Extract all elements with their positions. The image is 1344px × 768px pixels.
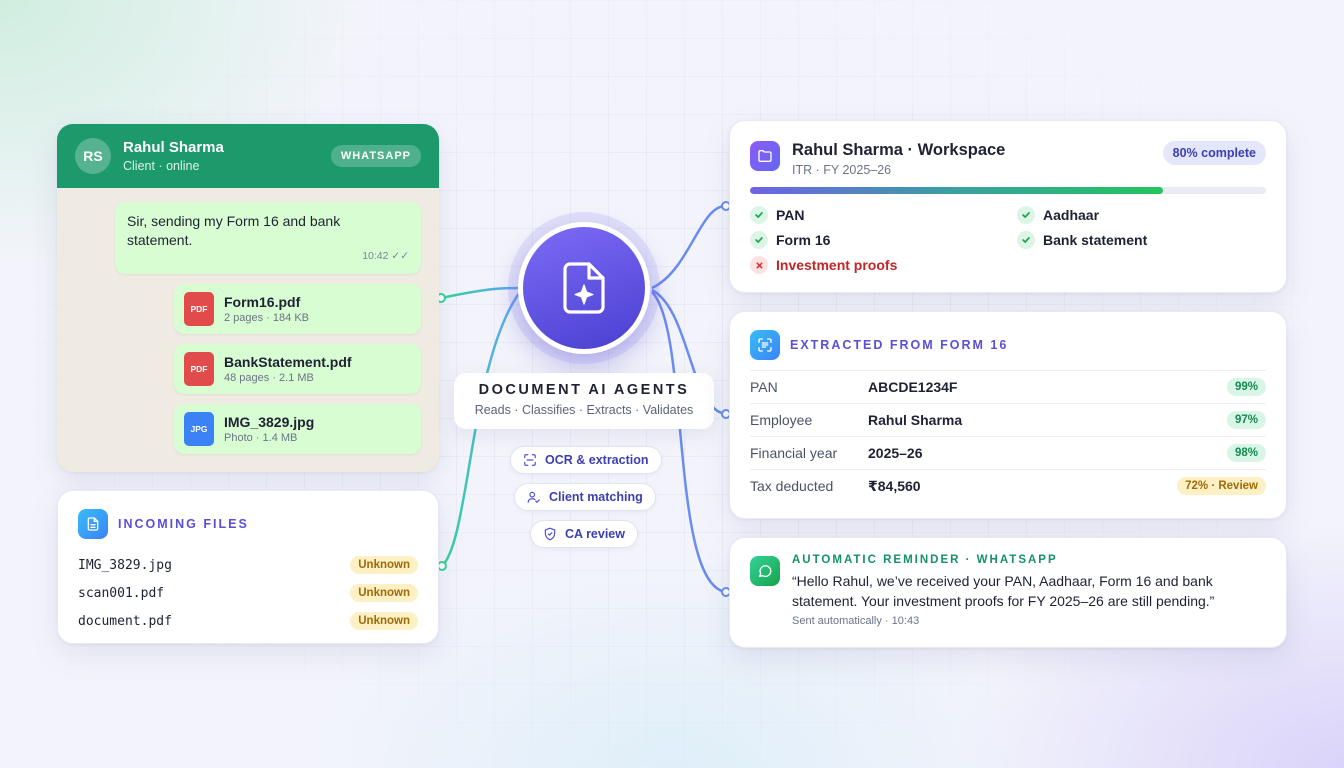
agent-label-card: DOCUMENT AI AGENTS Reads · Classifies · … <box>454 373 714 429</box>
checklist-item-bank-statement: Bank statement <box>1017 231 1267 249</box>
user-match-icon <box>527 491 540 504</box>
chip-label: CA review <box>565 527 625 541</box>
agent-subtitle: Reads · Classifies · Extracts · Validate… <box>474 403 694 417</box>
progress-fill <box>750 187 1163 194</box>
attachment-name: BankStatement.pdf <box>224 354 352 370</box>
incoming-file-name: scan001.pdf <box>78 585 165 601</box>
reminder-meta: Sent automatically · 10:43 <box>792 615 920 627</box>
close-icon <box>750 256 768 274</box>
contact-status: Client · online <box>123 159 200 173</box>
chip-ocr-extraction[interactable]: OCR & extraction <box>510 446 662 474</box>
incoming-file-row[interactable]: document.pdf Unknown <box>78 607 418 635</box>
extracted-row-tax-deducted[interactable]: Tax deducted ₹84,560 72% · Review <box>750 469 1266 502</box>
check-icon <box>1017 206 1035 224</box>
document-checklist: PAN Aadhaar Form 16 Bank statement Inves… <box>750 206 1266 274</box>
connector-node <box>437 561 447 571</box>
connector-agent-to-reminder <box>651 291 727 594</box>
extracted-row-financial-year[interactable]: Financial year 2025–26 98% <box>750 436 1266 469</box>
reminder-message: “Hello Rahul, we’ve received your PAN, A… <box>792 573 1215 609</box>
extracted-title: EXTRACTED FROM FORM 16 <box>790 338 1009 352</box>
workspace-title[interactable]: Rahul Sharma · Workspace <box>792 141 1163 160</box>
incoming-files-card: INCOMING FILES IMG_3829.jpg Unknown scan… <box>57 490 439 644</box>
chip-label: OCR & extraction <box>545 453 649 467</box>
contact-name[interactable]: Rahul Sharma <box>123 139 331 156</box>
chat-header: RS Rahul Sharma Client · online WHATSAPP <box>57 124 439 188</box>
folder-icon <box>750 141 780 171</box>
confidence-badge: 99% <box>1226 378 1266 396</box>
status-badge: Unknown <box>350 584 418 602</box>
message-time: 10:42 ✓✓ <box>362 250 409 262</box>
chip-client-matching[interactable]: Client matching <box>514 483 656 511</box>
attachment-image[interactable]: JPG IMG_3829.jpg Photo · 1.4 MB <box>174 404 421 454</box>
extracted-form16-card: EXTRACTED FROM FORM 16 PAN ABCDE1234F 99… <box>729 311 1287 519</box>
field-label: Tax deducted <box>750 478 834 494</box>
field-value: ABCDE1234F <box>868 379 958 395</box>
extracted-row-employee[interactable]: Employee Rahul Sharma 97% <box>750 403 1266 436</box>
scan-icon <box>524 454 536 466</box>
checklist-label: Investment proofs <box>776 257 898 273</box>
checklist-label: Aadhaar <box>1043 207 1100 223</box>
attachment-form16[interactable]: PDF Form16.pdf 2 pages · 184 KB <box>174 284 421 334</box>
checklist-item-pan: PAN <box>750 206 1017 224</box>
pdf-file-icon: PDF <box>184 352 214 386</box>
whatsapp-chat-card: RS Rahul Sharma Client · online WHATSAPP… <box>57 124 439 472</box>
extracted-row-pan[interactable]: PAN ABCDE1234F 99% <box>750 370 1266 403</box>
progress-bar <box>750 187 1266 194</box>
checklist-item-form16: Form 16 <box>750 231 1017 249</box>
checklist-label: Bank statement <box>1043 232 1148 248</box>
field-value: 2025–26 <box>868 445 923 461</box>
attachment-name: Form16.pdf <box>224 294 301 310</box>
avatar[interactable]: RS <box>75 138 111 174</box>
pdf-file-icon: PDF <box>184 292 214 326</box>
ai-document-icon <box>563 262 605 314</box>
field-label: Financial year <box>750 445 838 461</box>
automatic-reminder-card: AUTOMATIC REMINDER · WHATSAPP “Hello Rah… <box>729 537 1287 648</box>
incoming-file-row[interactable]: IMG_3829.jpg Unknown <box>78 551 418 579</box>
whatsapp-badge: WHATSAPP <box>330 145 421 167</box>
chat-message-bubble: Sir, sending my Form 16 and bank stateme… <box>115 202 421 274</box>
field-label: Employee <box>750 412 813 428</box>
chat-bubble-icon <box>750 556 780 586</box>
attachment-name: IMG_3829.jpg <box>224 414 315 430</box>
incoming-file-name: IMG_3829.jpg <box>78 557 172 573</box>
workspace-card: Rahul Sharma · Workspace ITR · FY 2025–2… <box>729 120 1287 293</box>
status-badge: Unknown <box>350 556 418 574</box>
incoming-files-title: INCOMING FILES <box>118 517 249 531</box>
scan-text-icon <box>750 330 780 360</box>
attachment-meta: 48 pages · 2.1 MB <box>224 372 314 384</box>
confidence-badge: 98% <box>1226 444 1266 462</box>
connector-incoming-to-agent <box>441 291 522 567</box>
checklist-item-aadhaar: Aadhaar <box>1017 206 1267 224</box>
check-icon <box>1017 231 1035 249</box>
incoming-file-row[interactable]: scan001.pdf Unknown <box>78 579 418 607</box>
confidence-badge: 97% <box>1226 411 1266 429</box>
reminder-title: AUTOMATIC REMINDER · WHATSAPP <box>792 554 1058 566</box>
chat-message-text: Sir, sending my Form 16 and bank stateme… <box>127 213 341 248</box>
field-value: ₹84,560 <box>868 477 921 494</box>
review-badge[interactable]: 72% · Review <box>1177 477 1266 495</box>
attachment-meta: 2 pages · 184 KB <box>224 312 310 324</box>
shield-icon <box>544 527 556 541</box>
attachment-meta: Photo · 1.4 MB <box>224 432 298 444</box>
chip-ca-review[interactable]: CA review <box>530 520 638 548</box>
chip-label: Client matching <box>549 490 643 504</box>
status-badge: Unknown <box>350 612 418 630</box>
progress-badge: 80% complete <box>1162 141 1266 165</box>
checklist-label: Form 16 <box>776 232 831 248</box>
connector-agent-to-workspace <box>651 204 727 290</box>
field-label: PAN <box>750 379 778 395</box>
workspace-subtitle: ITR · FY 2025–26 <box>792 163 892 177</box>
check-icon <box>750 206 768 224</box>
checklist-item-investment-proofs: Investment proofs <box>750 256 1017 274</box>
attachment-bank-statement[interactable]: PDF BankStatement.pdf 48 pages · 2.1 MB <box>174 344 421 394</box>
agent-title: DOCUMENT AI AGENTS <box>478 382 690 398</box>
incoming-file-name: document.pdf <box>78 613 172 629</box>
jpg-file-icon: JPG <box>184 412 214 446</box>
checklist-label: PAN <box>776 207 805 223</box>
ai-agent-node[interactable] <box>518 222 650 354</box>
document-icon <box>78 509 108 539</box>
field-value: Rahul Sharma <box>868 412 963 428</box>
check-icon <box>750 231 768 249</box>
